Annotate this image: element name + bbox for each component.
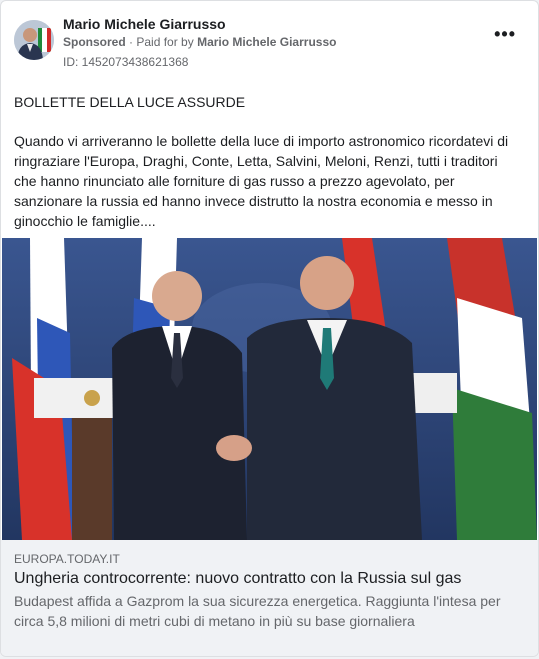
link-preview[interactable]: EUROPA.TODAY.IT Ungheria controcorrente:… bbox=[1, 540, 538, 656]
sponsored-meta: Sponsored · Paid for by Mario Michele Gi… bbox=[63, 35, 336, 49]
page-name[interactable]: Mario Michele Giarrusso bbox=[63, 16, 226, 32]
ad-post-card: Mario Michele Giarrusso Sponsored · Paid… bbox=[0, 0, 539, 657]
link-description: Budapest affida a Gazprom la sua sicurez… bbox=[14, 593, 501, 629]
post-title-line: BOLLETTE DELLA LUCE ASSURDE bbox=[14, 94, 246, 110]
avatar-image bbox=[14, 20, 54, 60]
paid-for-name[interactable]: Mario Michele Giarrusso bbox=[197, 35, 336, 49]
link-domain: EUROPA.TODAY.IT bbox=[14, 552, 120, 566]
more-horizontal-icon[interactable]: ••• bbox=[494, 25, 516, 43]
ad-id: ID: 1452073438621368 bbox=[63, 55, 189, 69]
handshake-photo bbox=[2, 238, 537, 540]
paid-for-prefix: Paid for by bbox=[136, 35, 194, 49]
sponsored-label: Sponsored bbox=[63, 35, 126, 49]
link-headline[interactable]: Ungheria controcorrente: nuovo contratto… bbox=[14, 570, 461, 588]
post-header: Mario Michele Giarrusso Sponsored · Paid… bbox=[1, 1, 538, 81]
post-body-text: Quando vi arriveranno le bollette della … bbox=[14, 133, 509, 229]
page-avatar[interactable] bbox=[14, 20, 54, 60]
post-photo[interactable] bbox=[2, 238, 537, 540]
